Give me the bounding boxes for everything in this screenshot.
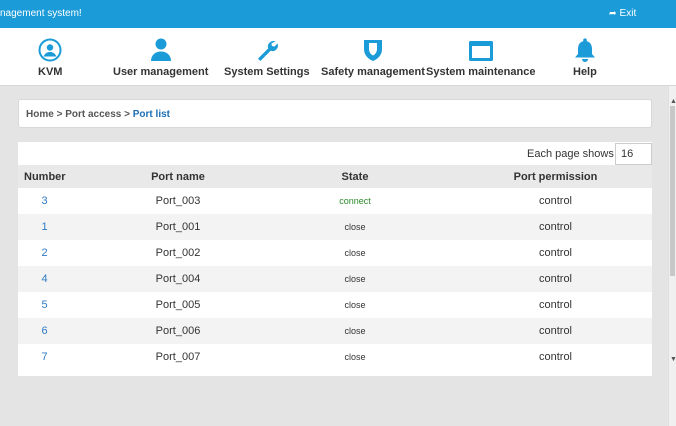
breadcrumb-separator: > [121,109,133,120]
port-number[interactable]: 6 [23,318,66,344]
port-name: Port_006 [155,325,201,337]
monitor-icon [468,36,494,62]
port-state: close [344,248,366,258]
port-list-panel: Each page shows : 16 Number Port name St… [18,142,652,376]
header-port-name: Port name [151,170,205,183]
port-number[interactable]: 2 [23,240,66,266]
breadcrumb-home[interactable]: Home [26,109,54,120]
port-number[interactable]: 5 [23,292,66,318]
breadcrumb-port-access[interactable]: Port access [65,109,121,120]
top-bar: nagement system! ➦ Exit [0,0,676,28]
port-name: Port_005 [155,299,201,311]
breadcrumb-current: Port list [132,109,170,120]
scrollbar-thumb[interactable] [670,106,675,276]
table-row[interactable]: 1 Port_001 close control [18,214,652,240]
wrench-icon [255,36,279,62]
exit-button[interactable]: ➦ Exit [609,8,636,19]
vertical-scrollbar[interactable]: ▲ ▼ [668,86,676,426]
port-state: close [344,300,366,310]
user-icon [150,36,172,62]
exit-label: Exit [619,8,637,19]
port-number[interactable]: 1 [23,214,66,240]
port-state: close [344,352,366,362]
nav-label-safety-management: Safety management [321,66,425,78]
port-name: Port_001 [155,221,201,233]
nav-label-kvm: KVM [38,66,63,78]
nav-item-system-maintenance[interactable]: System maintenance [426,36,535,78]
table-row[interactable]: 3 Port_003 connect control [18,188,652,214]
pager: Each page shows : 16 [18,142,652,165]
nav-label-help: Help [573,66,597,78]
port-number[interactable]: 3 [23,188,66,214]
port-permission: control [538,299,573,311]
nav-item-kvm[interactable]: KVM [38,36,62,78]
breadcrumb-separator: > [53,109,66,120]
port-permission: control [538,195,573,207]
port-permission: control [538,273,573,285]
nav-label-system-maintenance: System maintenance [426,66,536,78]
scroll-down-icon[interactable]: ▼ [670,356,676,363]
page-size-label: Each page shows : [527,148,620,160]
table-row[interactable]: 6 Port_006 close control [18,318,652,344]
shield-icon [363,36,383,62]
port-state: connect [339,196,371,206]
port-name: Port_007 [155,351,201,363]
port-permission: control [538,351,573,363]
app-title: nagement system! [0,8,82,19]
kvm-icon [38,36,62,62]
table-row[interactable]: 4 Port_004 close control [18,266,652,292]
header-port-permission: Port permission [513,170,598,183]
bell-icon [574,36,596,62]
table-row[interactable]: 5 Port_005 close control [18,292,652,318]
nav-item-help[interactable]: Help [573,36,597,78]
nav-item-user-management[interactable]: User management [113,36,208,78]
port-permission: control [538,221,573,233]
header-number: Number [24,170,66,183]
page-size-input[interactable]: 16 [615,143,652,165]
port-name: Port_004 [155,273,201,285]
port-number[interactable]: 4 [23,266,66,292]
breadcrumb: Home > Port access > Port list [18,99,652,128]
scroll-up-icon[interactable]: ▲ [670,98,676,105]
port-state: close [344,222,366,232]
port-state: close [344,326,366,336]
port-number[interactable]: 7 [23,344,66,370]
port-permission: control [538,325,573,337]
nav-item-system-settings[interactable]: System Settings [224,36,310,78]
port-state: close [344,274,366,284]
table-row[interactable]: 7 Port_007 close control [18,344,652,370]
nav-label-system-settings: System Settings [224,66,310,78]
port-permission: control [538,247,573,259]
port-name: Port_002 [155,247,201,259]
port-name: Port_003 [155,195,201,207]
nav-item-safety-management[interactable]: Safety management [321,36,425,78]
exit-icon: ➦ [609,8,617,18]
main-nav: KVM User management System Settings Safe… [0,28,676,86]
table-row[interactable]: 2 Port_002 close control [18,240,652,266]
nav-label-user-management: User management [113,66,209,78]
table-header: Number Port name State Port permission [18,165,652,188]
header-state: State [341,170,369,183]
